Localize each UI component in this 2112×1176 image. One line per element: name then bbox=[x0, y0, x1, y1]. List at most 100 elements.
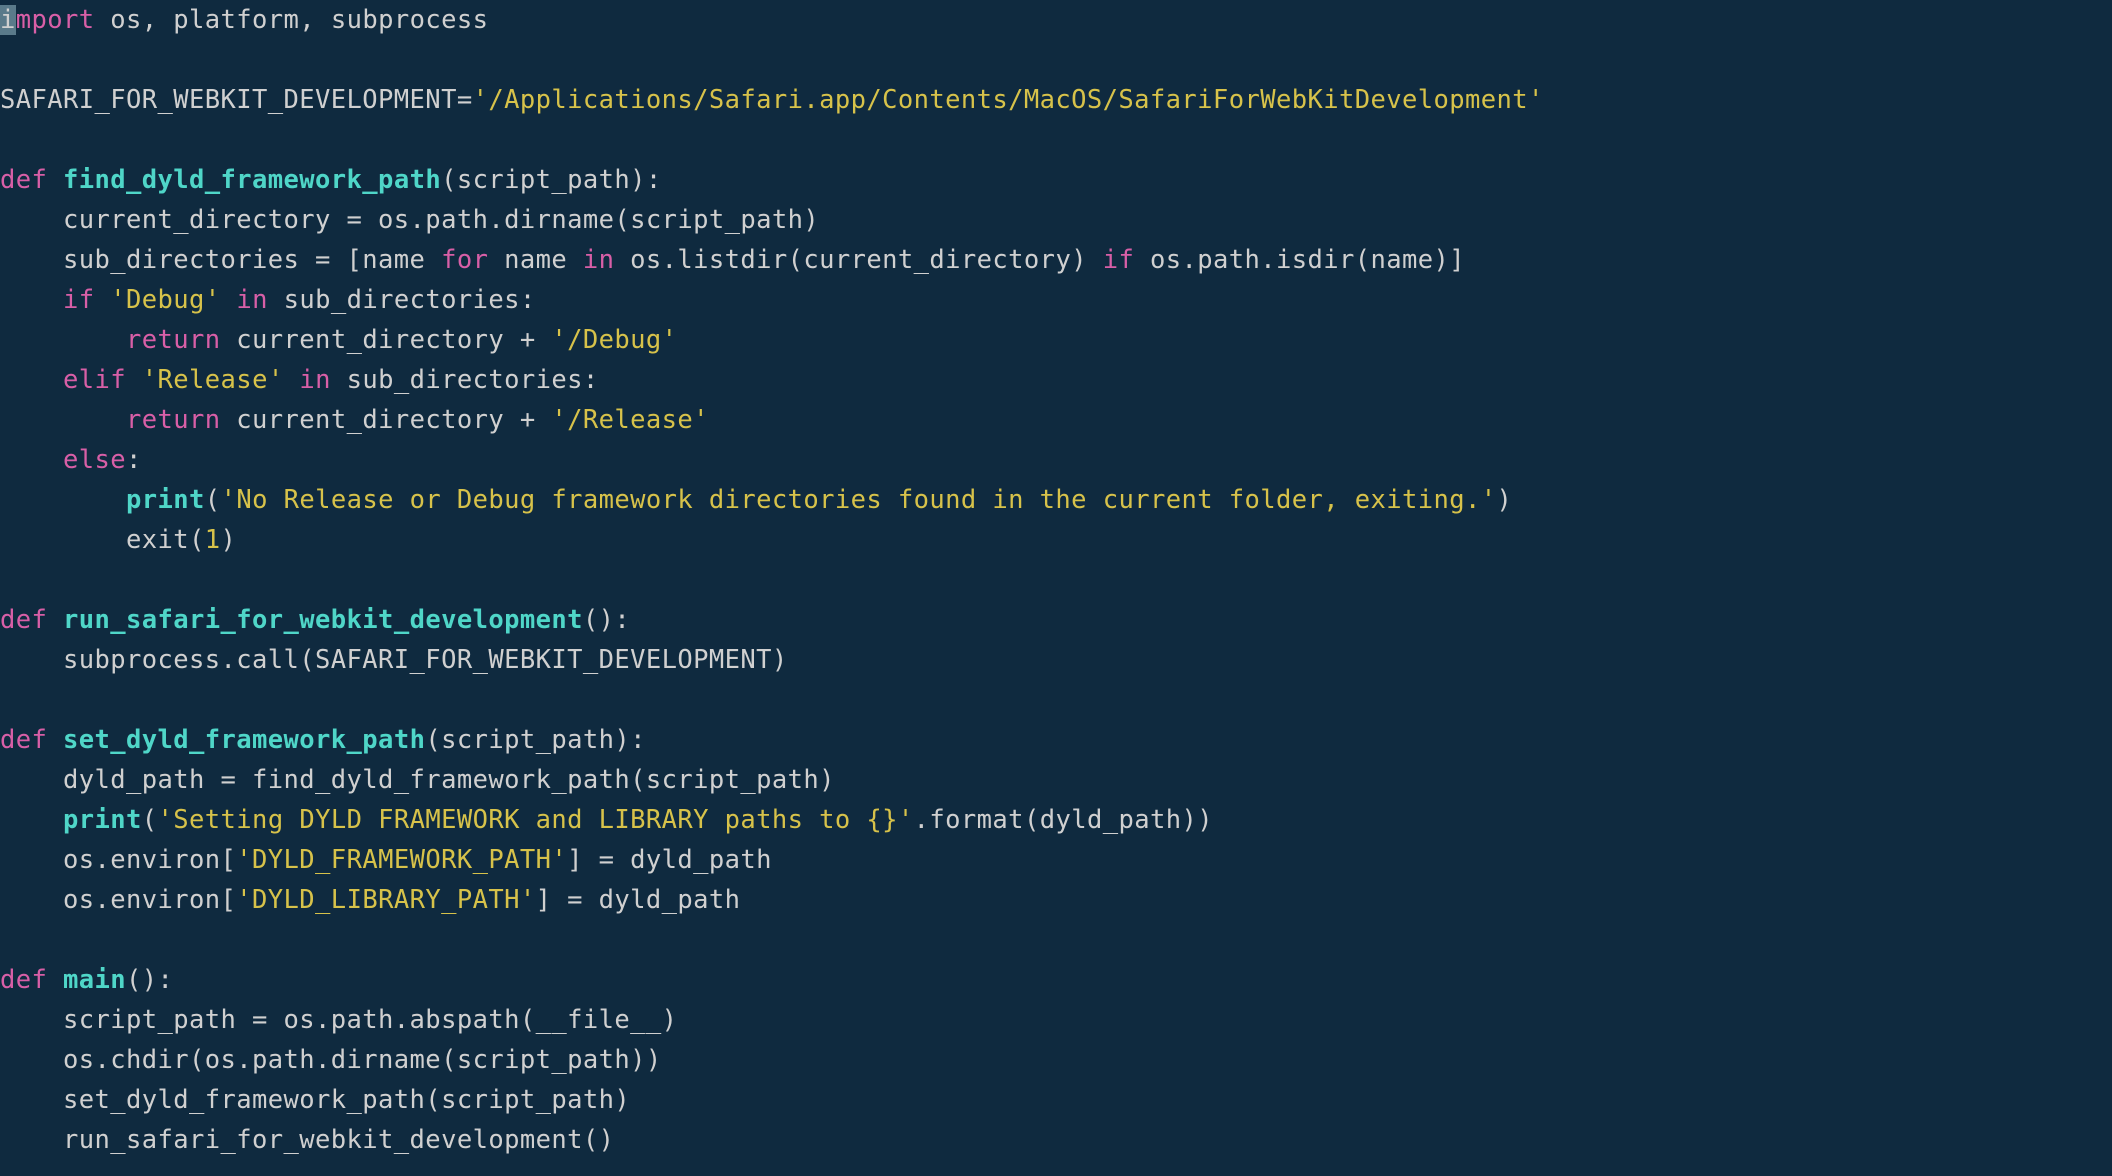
code-token: ) bbox=[1497, 485, 1513, 515]
code-token: ( bbox=[205, 485, 221, 515]
code-token: current_directory + bbox=[221, 325, 552, 355]
code-line[interactable]: import os, platform, subprocess bbox=[0, 5, 488, 35]
code-token: print bbox=[63, 805, 142, 835]
code-token: 'Setting DYLD FRAMEWORK and LIBRARY path… bbox=[158, 805, 914, 835]
code-line[interactable]: elif 'Release' in sub_directories: bbox=[0, 365, 599, 395]
code-line[interactable]: def run_safari_for_webkit_development(): bbox=[0, 605, 630, 635]
code-token bbox=[0, 325, 126, 355]
code-token: i bbox=[0, 5, 16, 35]
code-line[interactable]: print('No Release or Debug framework dir… bbox=[0, 485, 1512, 515]
code-token: '/Applications/Safari.app/Contents/MacOS… bbox=[473, 85, 1544, 115]
code-token: return bbox=[126, 325, 221, 355]
code-token: name bbox=[488, 245, 583, 275]
code-token: 'DYLD_LIBRARY_PATH' bbox=[236, 885, 535, 915]
code-line[interactable]: os.chdir(os.path.dirname(script_path)) bbox=[0, 1045, 662, 1075]
code-token: main bbox=[63, 965, 126, 995]
code-token: exit( bbox=[0, 525, 205, 555]
code-token: subprocess.call(SAFARI_FOR_WEBKIT_DEVELO… bbox=[0, 645, 788, 675]
code-token: current_directory + bbox=[221, 405, 552, 435]
code-token: ( bbox=[142, 805, 158, 835]
code-token: (): bbox=[583, 605, 630, 635]
code-token bbox=[0, 285, 63, 315]
code-token: run_safari_for_webkit_development() bbox=[0, 1125, 614, 1155]
code-line[interactable] bbox=[0, 45, 16, 75]
code-token: set_dyld_framework_path bbox=[63, 725, 425, 755]
code-token: def bbox=[0, 605, 63, 635]
code-line[interactable] bbox=[0, 125, 16, 155]
code-token: (script_path): bbox=[425, 725, 646, 755]
code-token bbox=[0, 405, 126, 435]
code-token: 'Release' bbox=[142, 365, 284, 395]
code-token: (): bbox=[126, 965, 173, 995]
code-line[interactable]: if 'Debug' in sub_directories: bbox=[0, 285, 536, 315]
code-line[interactable]: return current_directory + '/Release' bbox=[0, 405, 709, 435]
code-line[interactable]: os.environ['DYLD_LIBRARY_PATH'] = dyld_p… bbox=[0, 885, 740, 915]
code-token: for bbox=[441, 245, 488, 275]
code-token: if bbox=[1103, 245, 1135, 275]
code-token: print bbox=[126, 485, 205, 515]
code-token: os, platform, subprocess bbox=[95, 5, 489, 35]
code-token: return bbox=[126, 405, 221, 435]
code-token bbox=[284, 365, 300, 395]
code-line[interactable]: current_directory = os.path.dirname(scri… bbox=[0, 205, 819, 235]
code-token: os.environ[ bbox=[0, 845, 236, 875]
code-token: def bbox=[0, 165, 63, 195]
code-token: def bbox=[0, 725, 63, 755]
code-token: find_dyld_framework_path bbox=[63, 165, 441, 195]
code-line[interactable]: sub_directories = [name for name in os.l… bbox=[0, 245, 1465, 275]
code-token: 'DYLD_FRAMEWORK_PATH' bbox=[236, 845, 567, 875]
code-token bbox=[0, 445, 63, 475]
code-token: current_directory = os.path.dirname(scri… bbox=[0, 205, 819, 235]
code-token: ] = dyld_path bbox=[536, 885, 741, 915]
code-token: set_dyld_framework_path(script_path) bbox=[0, 1085, 630, 1115]
code-token: os.listdir(current_directory) bbox=[614, 245, 1102, 275]
code-token bbox=[0, 805, 63, 835]
code-token: in bbox=[583, 245, 615, 275]
code-line[interactable]: def main(): bbox=[0, 965, 173, 995]
code-token: : bbox=[126, 445, 142, 475]
code-token: '/Release' bbox=[551, 405, 709, 435]
code-line[interactable]: return current_directory + '/Debug' bbox=[0, 325, 677, 355]
code-token: def bbox=[0, 965, 63, 995]
code-token: os.path.isdir(name)] bbox=[1134, 245, 1465, 275]
code-token: .format(dyld_path)) bbox=[914, 805, 1213, 835]
code-line[interactable] bbox=[0, 685, 16, 715]
code-token: in bbox=[236, 285, 268, 315]
code-line[interactable]: script_path = os.path.abspath(__file__) bbox=[0, 1005, 677, 1035]
code-line[interactable]: dyld_path = find_dyld_framework_path(scr… bbox=[0, 765, 835, 795]
code-token: else bbox=[63, 445, 126, 475]
code-line[interactable]: set_dyld_framework_path(script_path) bbox=[0, 1085, 630, 1115]
code-token: in bbox=[299, 365, 331, 395]
code-token: sub_directories = [name bbox=[0, 245, 441, 275]
code-token bbox=[95, 285, 111, 315]
code-editor[interactable]: import os, platform, subprocess SAFARI_F… bbox=[0, 0, 2112, 1160]
code-line[interactable]: exit(1) bbox=[0, 525, 236, 555]
code-token: script_path = os.path.abspath(__file__) bbox=[0, 1005, 677, 1035]
code-line[interactable] bbox=[0, 565, 16, 595]
code-line[interactable]: SAFARI_FOR_WEBKIT_DEVELOPMENT='/Applicat… bbox=[0, 85, 1544, 115]
code-token: 'No Release or Debug framework directori… bbox=[221, 485, 1497, 515]
code-token: ) bbox=[221, 525, 237, 555]
code-token: elif bbox=[63, 365, 126, 395]
code-token: '/Debug' bbox=[551, 325, 677, 355]
code-token: 'Debug' bbox=[110, 285, 220, 315]
code-token: ] = dyld_path bbox=[567, 845, 772, 875]
code-token bbox=[221, 285, 237, 315]
code-line[interactable]: def set_dyld_framework_path(script_path)… bbox=[0, 725, 646, 755]
code-line[interactable] bbox=[0, 925, 16, 955]
code-line[interactable]: run_safari_for_webkit_development() bbox=[0, 1125, 614, 1155]
code-line[interactable]: def find_dyld_framework_path(script_path… bbox=[0, 165, 662, 195]
code-line[interactable]: print('Setting DYLD FRAMEWORK and LIBRAR… bbox=[0, 805, 1213, 835]
code-token: sub_directories: bbox=[268, 285, 536, 315]
code-token: sub_directories: bbox=[331, 365, 599, 395]
code-token: mport bbox=[16, 5, 95, 35]
code-token bbox=[126, 365, 142, 395]
code-token: if bbox=[63, 285, 95, 315]
code-line[interactable]: subprocess.call(SAFARI_FOR_WEBKIT_DEVELO… bbox=[0, 645, 788, 675]
code-token: os.chdir(os.path.dirname(script_path)) bbox=[0, 1045, 662, 1075]
code-token: os.environ[ bbox=[0, 885, 236, 915]
code-line[interactable]: else: bbox=[0, 445, 142, 475]
code-token bbox=[0, 365, 63, 395]
code-line[interactable]: os.environ['DYLD_FRAMEWORK_PATH'] = dyld… bbox=[0, 845, 772, 875]
code-token: dyld_path = find_dyld_framework_path(scr… bbox=[0, 765, 835, 795]
